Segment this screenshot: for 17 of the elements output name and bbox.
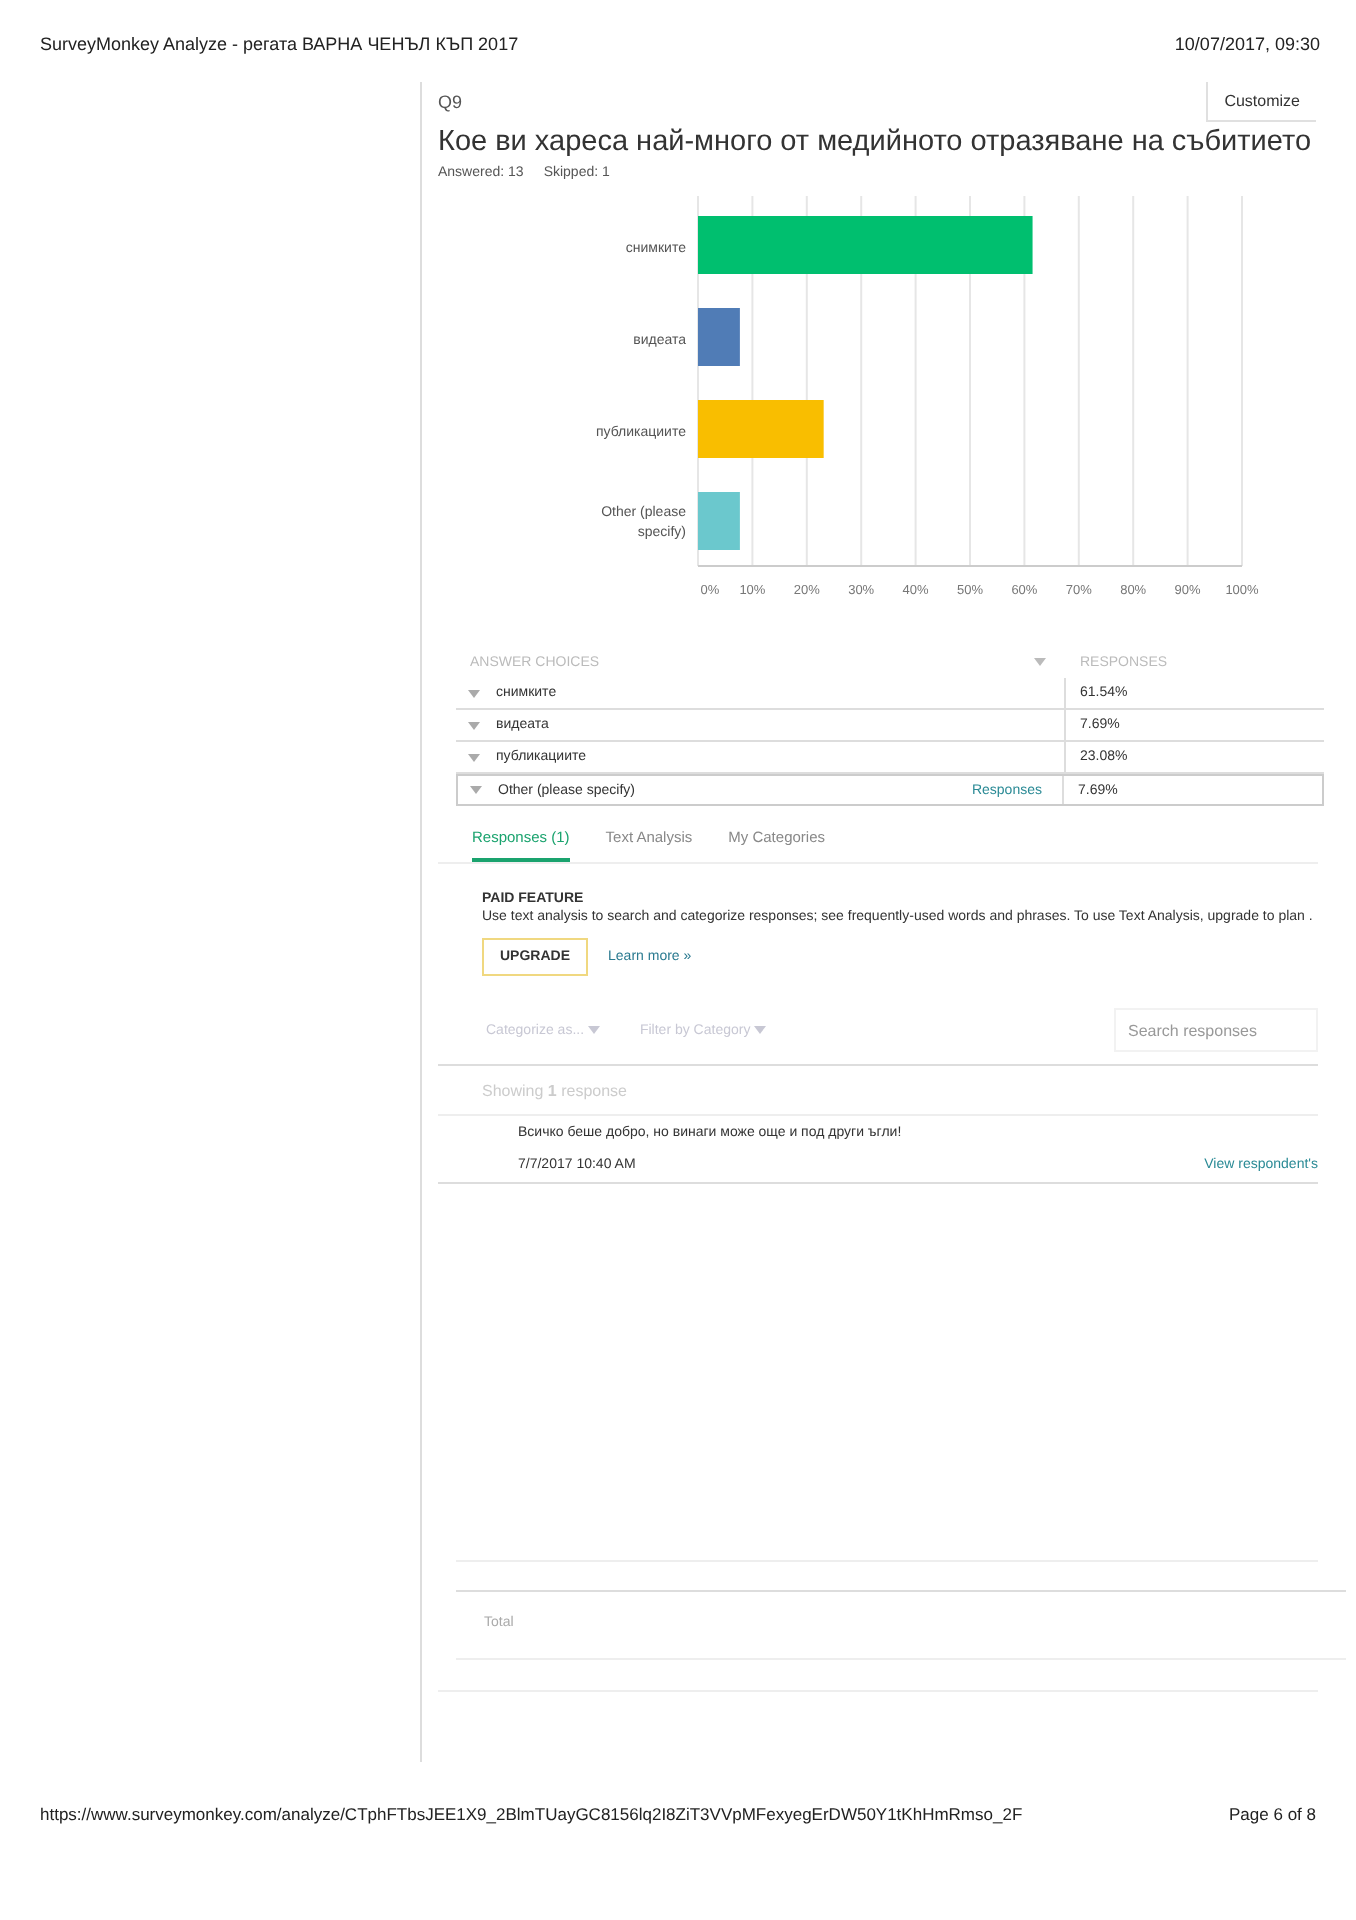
caret-icon [587, 1025, 600, 1033]
caret-icon [754, 1025, 767, 1033]
print-datetime: 10/07/2017, 09:30 [1174, 34, 1320, 54]
search-field[interactable]: Search responses [1114, 1008, 1318, 1052]
chart-bar [698, 400, 824, 458]
chart-bar [698, 492, 740, 550]
page-title: SurveyMonkey Analyze - регата ВАРНА ЧЕНЪЛ КЪП 2017 [40, 34, 519, 54]
page-number: Page 6 of 8 [1229, 1804, 1316, 1824]
question-number: Q9 [438, 92, 463, 112]
caret-icon [470, 786, 482, 794]
caret-icon [468, 753, 480, 761]
customize-button[interactable]: Customize [1206, 82, 1316, 122]
caret-icon [468, 689, 480, 697]
question-title: Кое ви хареса най-много от медийното отразяване на събитието [438, 126, 1314, 158]
chart-bar [698, 308, 740, 366]
page-url: https://www.surveymonkey.com/analyze/CTphFTbsJEE1X9_2BlmTUayGC8156lq2I8ZiT3VVpMFexyegErDW50Y1tKhHmRmso_2F [40, 1804, 1023, 1824]
caret-icon [468, 721, 480, 729]
